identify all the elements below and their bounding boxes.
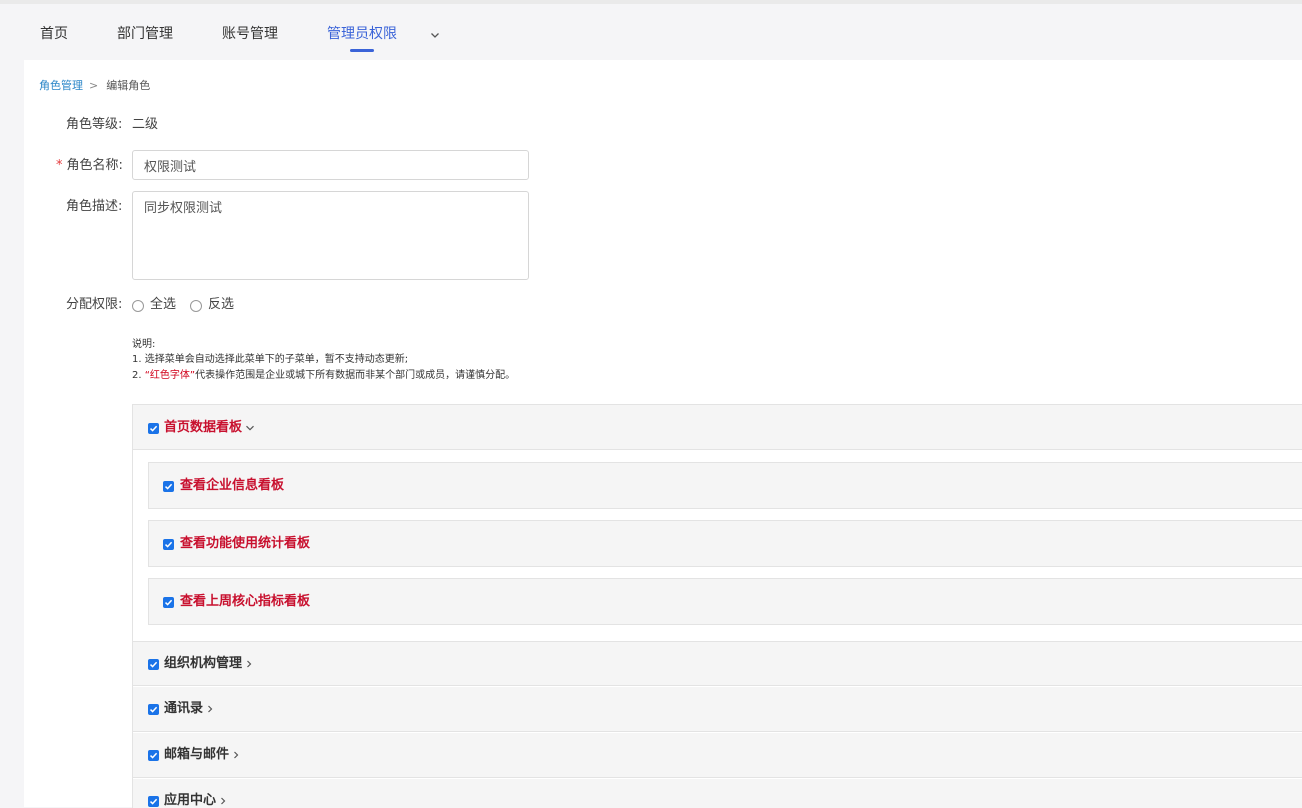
breadcrumb-role-management[interactable]: 角色管理: [39, 79, 83, 92]
nav-department[interactable]: 部门管理: [117, 24, 173, 44]
checkbox-feature-usage-board[interactable]: [163, 539, 174, 550]
note-line-2: 2. “红色字体”代表操作范围是企业或城下所有数据而非某个部门或成员，请谨慎分配…: [132, 370, 516, 381]
invert-label[interactable]: 反选: [208, 296, 234, 314]
checkbox-contacts[interactable]: [148, 704, 159, 715]
perm-group-app-center[interactable]: 应用中心: [133, 779, 1302, 808]
role-name-input[interactable]: [132, 150, 529, 180]
perm-item-weekly-metrics-board[interactable]: 查看上周核心指标看板: [148, 578, 1302, 625]
checkbox-dashboard[interactable]: [148, 423, 159, 434]
checkbox-mailbox[interactable]: [148, 750, 159, 761]
breadcrumb-separator: >: [89, 79, 99, 92]
select-all-label[interactable]: 全选: [150, 296, 176, 314]
breadcrumb: 角色管理 > 编辑角色: [39, 79, 150, 93]
nav-home[interactable]: 首页: [40, 24, 68, 44]
checkbox-enterprise-board[interactable]: [163, 481, 174, 492]
assign-permission-label: 分配权限:: [66, 297, 123, 312]
perm-group-dashboard[interactable]: 首页数据看板: [133, 405, 1302, 450]
checkbox-org[interactable]: [148, 659, 159, 670]
role-level-value: 二级: [132, 117, 159, 132]
chevron-right-icon[interactable]: [219, 796, 227, 806]
role-desc-textarea[interactable]: 同步权限测试: [132, 191, 529, 280]
role-level-label: 角色等级:: [66, 117, 123, 132]
main-card: 角色管理 > 编辑角色 角色等级: 二级 *角色名称: 角色描述: 同步权限测试 分…: [24, 60, 1302, 808]
perm-item-feature-usage-board[interactable]: 查看功能使用统计看板: [148, 520, 1302, 567]
perm-label-weekly-metrics-board[interactable]: 查看上周核心指标看板: [180, 593, 310, 611]
chevron-right-icon[interactable]: [206, 704, 214, 714]
chevron-down-icon[interactable]: [429, 29, 441, 41]
perm-label-enterprise-board[interactable]: 查看企业信息看板: [180, 477, 284, 495]
top-nav: 首页 部门管理 账号管理 管理员权限: [0, 4, 1302, 60]
select-all-radio[interactable]: [132, 300, 144, 312]
perm-item-enterprise-board[interactable]: 查看企业信息看板: [148, 462, 1302, 509]
nav-account[interactable]: 账号管理: [222, 24, 278, 44]
perm-label-feature-usage-board[interactable]: 查看功能使用统计看板: [180, 535, 310, 553]
checkbox-weekly-metrics-board[interactable]: [163, 597, 174, 608]
perm-label-mailbox[interactable]: 邮箱与邮件: [164, 746, 240, 764]
chevron-right-icon[interactable]: [245, 659, 253, 669]
note-title: 说明:: [132, 339, 156, 350]
perm-group-mailbox[interactable]: 邮箱与邮件: [133, 733, 1302, 778]
role-name-label: * 角色名称:: [56, 158, 123, 173]
role-desc-label: 角色描述:: [66, 199, 123, 214]
invert-radio[interactable]: [190, 300, 202, 312]
checkbox-app-center[interactable]: [148, 796, 159, 807]
breadcrumb-current: 编辑角色: [106, 79, 151, 92]
required-mark: *: [56, 158, 63, 173]
note-line-1: 1. 选择菜单会自动选择此菜单下的子菜单，暂不支持动态更新;: [132, 354, 409, 365]
note-red-text: “红色字体”: [144, 370, 196, 381]
perm-label-org[interactable]: 组织机构管理: [164, 655, 253, 673]
perm-group-org[interactable]: 组织机构管理: [133, 641, 1302, 686]
perm-label-dashboard[interactable]: 首页数据看板: [164, 419, 255, 437]
chevron-right-icon[interactable]: [232, 750, 240, 760]
perm-group-contacts[interactable]: 通讯录: [133, 687, 1302, 732]
perm-label-app-center[interactable]: 应用中心: [164, 792, 227, 808]
permission-tree: 首页数据看板 查看企业信息看板 查看功能使用统计看板 查看上周核心指标看板 组织…: [132, 404, 1302, 808]
nav-admin-permission[interactable]: 管理员权限: [327, 24, 397, 44]
nav-active-indicator: [350, 49, 374, 52]
chevron-down-icon[interactable]: [245, 423, 255, 433]
perm-label-contacts[interactable]: 通讯录: [164, 700, 214, 718]
